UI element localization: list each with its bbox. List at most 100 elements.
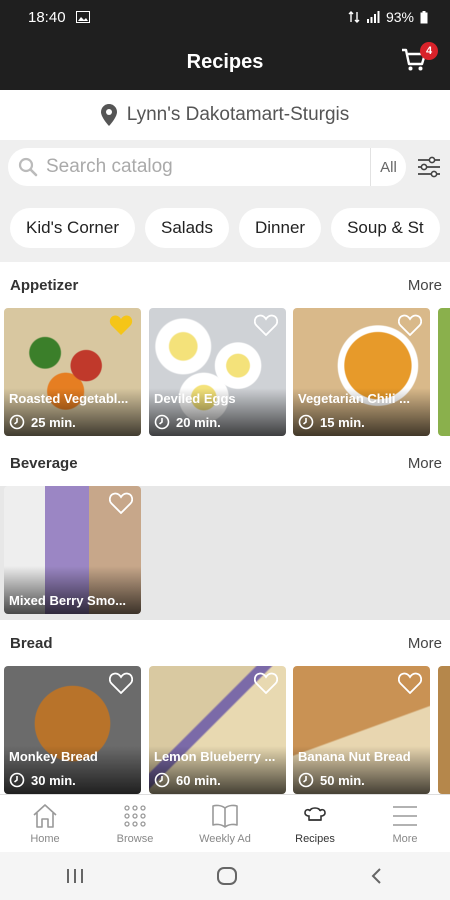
clock-icon xyxy=(9,414,25,430)
clock-icon xyxy=(298,414,314,430)
location-pin-icon xyxy=(100,104,117,126)
chip-kids-corner[interactable]: Kid's Corner xyxy=(10,208,136,248)
more-link[interactable]: More xyxy=(408,635,442,652)
chip-soup[interactable]: Soup & St xyxy=(331,208,440,248)
section-title: Beverage xyxy=(10,454,78,472)
section-beverage: Beverage More Mixed Berry Smo... xyxy=(0,440,450,620)
signal-icon xyxy=(366,11,380,23)
recipe-name: Mixed Berry Smo... xyxy=(9,593,127,608)
favorite-heart-icon[interactable] xyxy=(254,672,278,694)
cart-count-badge: 4 xyxy=(420,42,438,60)
recipe-time: 15 min. xyxy=(298,414,365,430)
menu-icon xyxy=(393,805,417,826)
page-title: Recipes xyxy=(186,50,264,73)
section-header: Appetizer More xyxy=(0,262,450,308)
nav-home[interactable]: Home xyxy=(0,795,90,852)
nav-label: Weekly Ad xyxy=(199,832,251,845)
recipe-time: 30 min. xyxy=(9,772,76,788)
recipe-time: 20 min. xyxy=(154,414,221,430)
section-title: Bread xyxy=(10,634,53,652)
chip-salads[interactable]: Salads xyxy=(145,208,229,248)
favorite-heart-icon[interactable] xyxy=(109,314,133,336)
recipe-card-partial[interactable] xyxy=(438,666,450,794)
recipe-name: Roasted Vegetabl... xyxy=(9,391,129,406)
nav-label: More xyxy=(392,832,418,845)
status-bar: 18:40 93% xyxy=(0,0,450,34)
nav-more[interactable]: More xyxy=(360,795,450,852)
favorite-heart-icon[interactable] xyxy=(109,492,133,514)
back-icon[interactable] xyxy=(369,866,385,886)
bottom-nav: Home Browse Weekly Ad Recipes More xyxy=(0,794,450,852)
chip-dinner[interactable]: Dinner xyxy=(239,208,322,248)
search-scope-dropdown[interactable]: All xyxy=(370,148,406,186)
clock-icon xyxy=(154,414,170,430)
home-icon xyxy=(33,803,57,828)
clock-icon xyxy=(154,772,170,788)
store-selector[interactable]: Lynn's Dakotamart-Sturgis xyxy=(0,90,450,140)
section-bread: Bread More Monkey Bread 30 min. Lemon Bl… xyxy=(0,620,450,794)
recipe-card[interactable]: Banana Nut Bread 50 min. xyxy=(293,666,430,794)
nav-browse[interactable]: Browse xyxy=(90,795,180,852)
app-bar: Recipes 4 xyxy=(0,34,450,90)
cart-button[interactable]: 4 xyxy=(400,42,438,76)
book-icon xyxy=(212,804,238,828)
favorite-heart-icon[interactable] xyxy=(254,314,278,336)
card-row: Mixed Berry Smo... xyxy=(0,486,450,614)
clock-icon xyxy=(9,772,25,788)
image-notification-icon xyxy=(75,11,90,23)
recipe-card[interactable]: Roasted Vegetabl... 25 min. xyxy=(4,308,141,436)
recipe-card-partial[interactable] xyxy=(438,308,450,436)
status-time: 18:40 xyxy=(28,8,66,26)
more-link[interactable]: More xyxy=(408,455,442,472)
recent-apps-icon[interactable] xyxy=(65,867,85,885)
search-placeholder: Search catalog xyxy=(46,156,173,177)
section-header: Bread More xyxy=(0,620,450,666)
more-link[interactable]: More xyxy=(408,277,442,294)
card-row: Roasted Vegetabl... 25 min. Deviled Eggs… xyxy=(0,308,450,440)
system-nav-bar xyxy=(0,852,450,900)
search-row: Search catalog All xyxy=(0,140,450,194)
recipe-name: Lemon Blueberry ... xyxy=(154,749,276,764)
search-input[interactable]: Search catalog All xyxy=(8,148,406,186)
recipe-name: Vegetarian Chili ... xyxy=(298,391,410,406)
chef-hat-icon xyxy=(304,806,326,821)
nav-label: Recipes xyxy=(295,832,335,845)
recipe-time-text: 25 min. xyxy=(31,414,76,430)
recipe-name: Monkey Bread xyxy=(9,749,98,764)
recipe-name: Deviled Eggs xyxy=(154,391,236,406)
nav-recipes[interactable]: Recipes xyxy=(270,795,360,852)
search-icon xyxy=(18,157,38,177)
favorite-heart-icon[interactable] xyxy=(398,314,422,336)
nav-weekly-ad[interactable]: Weekly Ad xyxy=(180,795,270,852)
recipe-time: 50 min. xyxy=(298,772,365,788)
recipe-time: 25 min. xyxy=(9,414,76,430)
nav-label: Browse xyxy=(116,832,154,845)
recipe-time-text: 20 min. xyxy=(176,414,221,430)
grid-icon xyxy=(124,804,146,827)
battery-level: 93% xyxy=(385,9,414,25)
nav-label: Home xyxy=(30,832,60,845)
category-chips: Kid's Corner Salads Dinner Soup & St xyxy=(0,196,450,260)
recipe-card[interactable]: Mixed Berry Smo... xyxy=(4,486,141,614)
recipe-time: 60 min. xyxy=(154,772,221,788)
data-icon xyxy=(348,11,360,23)
favorite-heart-icon[interactable] xyxy=(398,672,422,694)
clock-icon xyxy=(298,772,314,788)
recipe-name: Banana Nut Bread xyxy=(298,749,411,764)
store-name: Lynn's Dakotamart-Sturgis xyxy=(126,104,350,125)
home-system-icon[interactable] xyxy=(216,866,238,886)
recipe-card[interactable]: Deviled Eggs 20 min. xyxy=(149,308,286,436)
filter-icon[interactable] xyxy=(416,154,442,180)
recipe-time-text: 30 min. xyxy=(31,772,76,788)
favorite-heart-icon[interactable] xyxy=(109,672,133,694)
recipe-time-text: 60 min. xyxy=(176,772,221,788)
recipe-card[interactable]: Vegetarian Chili ... 15 min. xyxy=(293,308,430,436)
recipe-time-text: 15 min. xyxy=(320,414,365,430)
recipe-card[interactable]: Monkey Bread 30 min. xyxy=(4,666,141,794)
section-title: Appetizer xyxy=(10,276,79,294)
card-row: Monkey Bread 30 min. Lemon Blueberry ...… xyxy=(0,666,450,794)
battery-icon xyxy=(420,10,428,23)
recipe-card[interactable]: Lemon Blueberry ... 60 min. xyxy=(149,666,286,794)
section-header: Beverage More xyxy=(0,440,450,486)
recipe-sections: Appetizer More Roasted Vegetabl... 25 mi… xyxy=(0,262,450,794)
